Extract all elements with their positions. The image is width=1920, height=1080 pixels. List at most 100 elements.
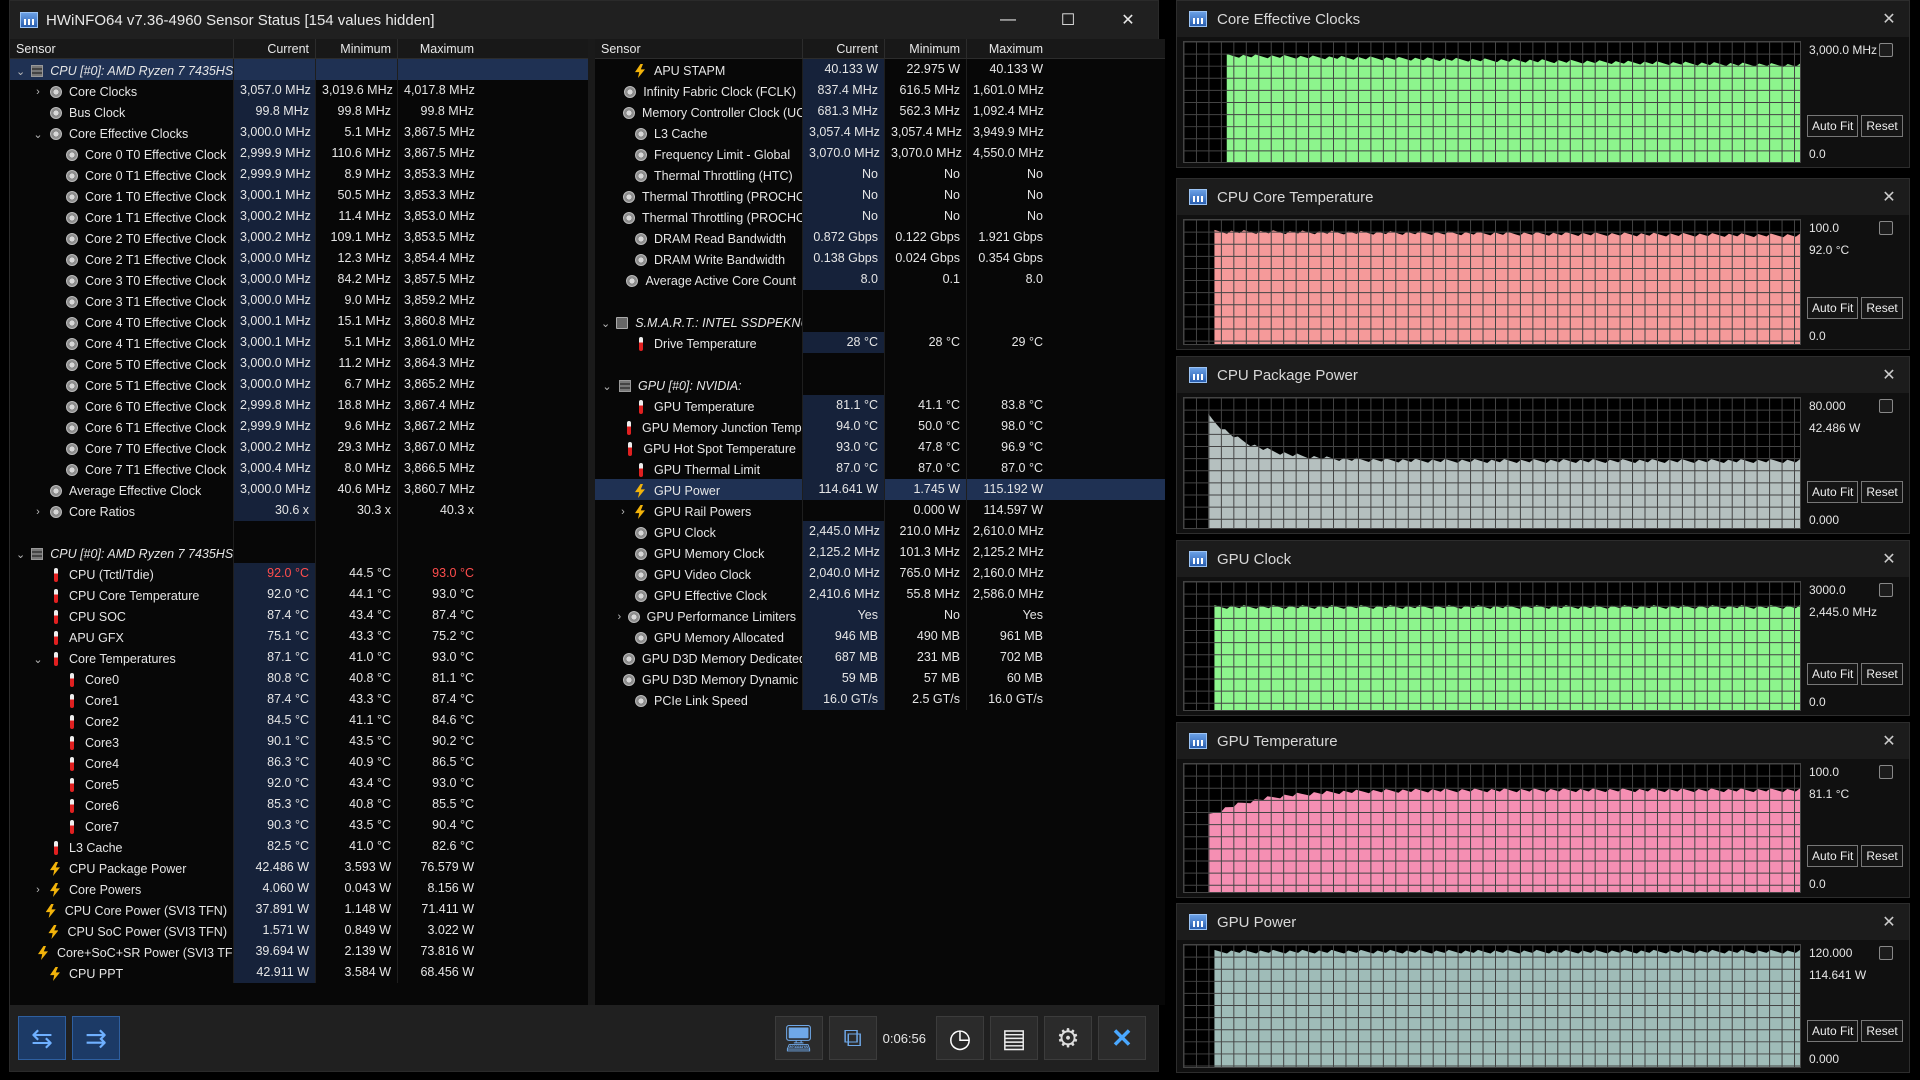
sensor-row[interactable]: › Core Clocks 3,057.0 MHz 3,019.6 MHz 4,017.… <box>10 80 588 101</box>
sensor-row[interactable]: GPU Memory Clock 2,125.2 MHz 101.3 MHz 2,12… <box>595 542 1165 563</box>
reset-button[interactable]: Reset <box>1861 845 1903 867</box>
sensor-row[interactable]: Thermal Throttling (PROCHOT EXT)NoNoNo <box>595 206 1165 227</box>
sensor-row[interactable]: › Core Ratios 30.6 x 30.3 x 40.3 x <box>10 500 588 521</box>
sensor-row[interactable]: APU GFX 75.1 °C 43.3 °C 75.2 °C <box>10 626 588 647</box>
sensor-group-row[interactable]: ⌄ CPU [#0]: AMD Ryzen 7 7435HS <box>10 59 588 80</box>
sensor-row[interactable]: Core 6 T1 Effective Clock 2,999.9 MHz 9.6 … <box>10 416 588 437</box>
sensor-row[interactable]: CPU PPT 42.911 W 3.584 W 68.456 W <box>10 962 588 983</box>
network-button[interactable]: ⧉ <box>828 1016 877 1060</box>
sensor-row[interactable]: CPU Core Power (SVI3 TFN) 37.891 W 1.148 W… <box>10 899 588 920</box>
sensor-row[interactable]: ⌄ Core Effective Clocks 3,000.0 MHz 5.1 MHz… <box>10 122 588 143</box>
sensor-row[interactable]: Core0 80.8 °C 40.8 °C 81.1 °C <box>10 668 588 689</box>
sensor-row[interactable]: GPU D3D Memory Dedicated 687 MB 231 MB 702 … <box>595 647 1165 668</box>
column-maximum[interactable]: Maximum <box>967 39 1049 58</box>
reset-button[interactable]: Reset <box>1861 1020 1903 1042</box>
close-icon[interactable]: ✕ <box>1869 9 1909 29</box>
sensor-row[interactable]: GPU Thermal Limit 87.0 °C 87.0 °C 87.0 °C <box>595 458 1165 479</box>
settings-button[interactable]: ⚙ <box>1044 1016 1092 1060</box>
sensor-row[interactable]: CPU Core Temperature 92.0 °C 44.1 °C 93.0 °… <box>10 584 588 605</box>
sensor-row[interactable]: Frequency Limit - Global 3,070.0 MHz 3,070… <box>595 143 1165 164</box>
graph-checkbox[interactable] <box>1879 583 1893 597</box>
sensor-row[interactable]: Core 3 T1 Effective Clock 3,000.0 MHz 9.0 … <box>10 290 588 311</box>
graph-checkbox[interactable] <box>1879 765 1893 779</box>
sensor-row[interactable]: Core 5 T0 Effective Clock 3,000.0 MHz 11.2… <box>10 353 588 374</box>
column-current[interactable]: Current <box>234 39 316 58</box>
sensor-row[interactable]: GPU Memory Junction Temperature94.0 °C50… <box>595 416 1165 437</box>
auto-fit-button[interactable]: Auto Fit <box>1807 297 1859 319</box>
chevron-down-icon[interactable]: ⌄ <box>32 653 44 666</box>
sensor-row[interactable]: GPU Memory Allocated 946 MB 490 MB 961 MB <box>595 626 1165 647</box>
sensor-row[interactable]: Thermal Throttling (HTC) No No No <box>595 164 1165 185</box>
sensor-row[interactable]: Memory Controller Clock (UCLK)681.3 MHz5… <box>595 101 1165 122</box>
sensor-row[interactable]: Core 3 T0 Effective Clock 3,000.0 MHz 84.2… <box>10 269 588 290</box>
chevron-right-icon[interactable]: › <box>32 884 44 896</box>
graph-checkbox[interactable] <box>1879 221 1893 235</box>
sensor-row[interactable]: APU STAPM 40.133 W 22.975 W 40.133 W <box>595 59 1165 80</box>
column-minimum[interactable]: Minimum <box>316 39 398 58</box>
sensor-row[interactable]: Core2 84.5 °C 41.1 °C 84.6 °C <box>10 710 588 731</box>
reset-button[interactable]: Reset <box>1861 115 1903 137</box>
sensor-row[interactable]: Core 1 T1 Effective Clock 3,000.2 MHz 11.4… <box>10 206 588 227</box>
sensor-row[interactable]: Core 5 T1 Effective Clock 3,000.0 MHz 6.7 … <box>10 374 588 395</box>
exit-button[interactable]: ✕ <box>1098 1016 1146 1060</box>
chevron-down-icon[interactable]: ⌄ <box>16 65 25 78</box>
chevron-right-icon[interactable]: › <box>32 506 44 518</box>
sensor-row[interactable]: DRAM Write Bandwidth 0.138 Gbps 0.024 Gbps… <box>595 248 1165 269</box>
sensor-row[interactable]: L3 Cache 3,057.4 MHz 3,057.4 MHz 3,949.9 MH… <box>595 122 1165 143</box>
column-current[interactable]: Current <box>803 39 885 58</box>
sensor-row[interactable]: Core 2 T1 Effective Clock 3,000.0 MHz 12.3… <box>10 248 588 269</box>
sensor-row[interactable]: CPU Package Power 42.486 W 3.593 W 76.579 W <box>10 857 588 878</box>
auto-fit-button[interactable]: Auto Fit <box>1807 1020 1859 1042</box>
sensor-row[interactable]: Average Active Core Count 8.0 0.1 8.0 <box>595 269 1165 290</box>
sensor-row[interactable]: DRAM Read Bandwidth 0.872 Gbps 0.122 Gbps 1… <box>595 227 1165 248</box>
sensor-row[interactable]: Core 7 T1 Effective Clock 3,000.4 MHz 8.0 … <box>10 458 588 479</box>
auto-fit-button[interactable]: Auto Fit <box>1807 663 1859 685</box>
sensor-row[interactable]: GPU Video Clock 2,040.0 MHz 765.0 MHz 2,160… <box>595 563 1165 584</box>
sensor-row[interactable]: Core7 90.3 °C 43.5 °C 90.4 °C <box>10 815 588 836</box>
sensor-row[interactable]: Thermal Throttling (PROCHOT CPU)NoNoNo <box>595 185 1165 206</box>
sensor-group-row[interactable]: ⌄ S.M.A.R.T.: INTEL SSDPEKNU512... <box>595 311 1165 332</box>
sensor-row[interactable]: Core 6 T0 Effective Clock 2,999.8 MHz 18.8… <box>10 395 588 416</box>
sensor-group-row[interactable]: ⌄ GPU [#0]: NVIDIA: <box>595 374 1165 395</box>
column-sensor[interactable]: Sensor <box>10 39 234 58</box>
sensor-row[interactable]: › Core Powers 4.060 W 0.043 W 8.156 W <box>10 878 588 899</box>
sensor-row[interactable]: › GPU Rail Powers 0.000 W 114.597 W <box>595 500 1165 521</box>
graph-checkbox[interactable] <box>1879 43 1893 57</box>
reset-button[interactable]: Reset <box>1861 663 1903 685</box>
chevron-right-icon[interactable]: › <box>617 611 622 623</box>
pane-divider[interactable] <box>588 39 595 1005</box>
sensor-row[interactable]: GPU Clock 2,445.0 MHz 210.0 MHz 2,610.0 MHz <box>595 521 1165 542</box>
close-icon[interactable]: ✕ <box>1869 365 1909 385</box>
close-icon[interactable]: ✕ <box>1869 731 1909 751</box>
chevron-down-icon[interactable]: ⌄ <box>32 128 44 141</box>
chevron-right-icon[interactable]: › <box>32 86 44 98</box>
sensor-row[interactable]: CPU (Tctl/Tdie) 92.0 °C 44.5 °C 93.0 °C <box>10 563 588 584</box>
sensor-row[interactable]: ⌄ Core Temperatures 87.1 °C 41.0 °C 93.0 °C <box>10 647 588 668</box>
graph-checkbox[interactable] <box>1879 399 1893 413</box>
sensor-group-row[interactable]: ⌄ CPU [#0]: AMD Ryzen 7 7435HS: En... <box>10 542 588 563</box>
column-maximum[interactable]: Maximum <box>398 39 480 58</box>
clock-button[interactable]: ◷ <box>936 1016 984 1060</box>
collapse-arrows-button[interactable]: ⇆ <box>18 1016 66 1060</box>
sensor-row[interactable]: › GPU Performance Limiters Yes No Yes <box>595 605 1165 626</box>
sensor-row[interactable]: L3 Cache 82.5 °C 41.0 °C 82.6 °C <box>10 836 588 857</box>
sensor-row[interactable]: Infinity Fabric Clock (FCLK) 837.4 MHz 616… <box>595 80 1165 101</box>
sensor-row[interactable]: Core 1 T0 Effective Clock 3,000.1 MHz 50.5… <box>10 185 588 206</box>
column-minimum[interactable]: Minimum <box>885 39 967 58</box>
close-icon[interactable]: ✕ <box>1869 187 1909 207</box>
sensor-row[interactable]: Core6 85.3 °C 40.8 °C 85.5 °C <box>10 794 588 815</box>
sensor-row[interactable]: Core 7 T0 Effective Clock 3,000.2 MHz 29.3… <box>10 437 588 458</box>
sensor-row[interactable]: Core1 87.4 °C 43.3 °C 87.4 °C <box>10 689 588 710</box>
auto-fit-button[interactable]: Auto Fit <box>1807 481 1859 503</box>
sensor-row[interactable]: GPU Effective Clock 2,410.6 MHz 55.8 MHz 2,… <box>595 584 1165 605</box>
auto-fit-button[interactable]: Auto Fit <box>1807 845 1859 867</box>
maximize-button[interactable]: ☐ <box>1038 1 1098 39</box>
sensor-row[interactable]: Core3 90.1 °C 43.5 °C 90.2 °C <box>10 731 588 752</box>
sensor-row[interactable]: CPU SOC 87.4 °C 43.4 °C 87.4 °C <box>10 605 588 626</box>
sensor-row[interactable]: Core5 92.0 °C 43.4 °C 93.0 °C <box>10 773 588 794</box>
sensor-row[interactable]: Core4 86.3 °C 40.9 °C 86.5 °C <box>10 752 588 773</box>
auto-fit-button[interactable]: Auto Fit <box>1807 115 1859 137</box>
sensor-row[interactable]: GPU Power 114.641 W 1.745 W 115.192 W <box>595 479 1165 500</box>
sensor-row[interactable]: Core 0 T1 Effective Clock 2,999.9 MHz 8.9 … <box>10 164 588 185</box>
sensor-row[interactable]: GPU Hot Spot Temperature 93.0 °C 47.8 °C 96… <box>595 437 1165 458</box>
